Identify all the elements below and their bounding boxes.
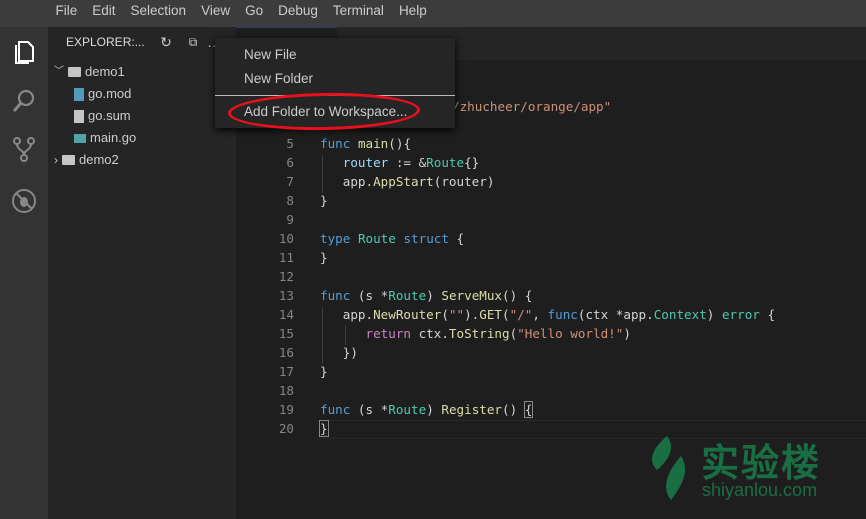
line-number: 19 [278, 402, 294, 417]
code-line: return ctx.ToString("Hello world!") [365, 326, 631, 341]
tree-folder-demo1[interactable]: ﹀ demo1 [54, 61, 125, 83]
files-icon[interactable] [10, 37, 38, 65]
menu-selection[interactable]: Selection [123, 0, 194, 27]
line-number: 9 [286, 212, 294, 227]
line-number: 20 [278, 421, 294, 436]
tree-file-go-mod[interactable]: go.mod [74, 83, 131, 105]
explorer-title: EXPLORER:... [66, 35, 145, 49]
code-line: app.NewRouter("").GET("/", func(ctx *app… [320, 307, 776, 322]
debug-icon[interactable] [10, 187, 38, 215]
line-number: 17 [278, 364, 294, 379]
menu-help[interactable]: Help [391, 0, 434, 27]
code-line: app.AppStart(router) [320, 174, 495, 189]
menu-terminal[interactable]: Terminal [325, 0, 391, 27]
line-number: 15 [278, 326, 294, 341]
file-label: go.sum [88, 108, 131, 123]
chevron-down-icon: ﹀ [54, 66, 64, 77]
code-line: func (s *Route) Register() { [320, 401, 534, 418]
code-line: router := &Route{} [342, 155, 480, 170]
go-gopher-icon [74, 133, 86, 143]
explorer-sidebar: EXPLORER:... ↻ ⧉ … ﹀ demo1 go.mod go.sum … [48, 27, 236, 519]
menu-edit[interactable]: Edit [85, 0, 123, 27]
shiyanlou-logo-icon [652, 436, 686, 500]
tree-file-main-go[interactable]: main.go [74, 127, 136, 149]
tree-file-go-sum[interactable]: go.sum [74, 105, 131, 127]
menu-view[interactable]: View [194, 0, 238, 27]
code-line: } [320, 193, 328, 208]
line-number: 13 [278, 288, 294, 303]
file-label: main.go [90, 130, 137, 145]
collapse-all-icon[interactable]: ⧉ [185, 34, 201, 50]
line-number: 6 [286, 155, 294, 170]
menu-item-new-file[interactable]: New File [244, 47, 297, 62]
folder-icon [68, 67, 81, 77]
file-icon [74, 109, 84, 123]
menu-file[interactable]: File [48, 0, 85, 27]
source-control-icon[interactable] [10, 135, 38, 163]
folder-icon [62, 155, 75, 165]
line-number: 12 [278, 269, 294, 284]
line-number: 7 [286, 174, 294, 189]
search-icon[interactable] [10, 87, 38, 115]
line-number: 11 [278, 250, 294, 265]
code-line: } [319, 420, 329, 437]
shiyanlou-watermark: 实验楼 shiyanlou.com [645, 432, 845, 512]
menu-bar: File Edit Selection View Go Debug Termin… [0, 0, 866, 27]
line-number: 18 [278, 383, 294, 398]
tree-folder-demo2[interactable]: › demo2 [54, 149, 119, 171]
line-number: 10 [278, 231, 294, 246]
code-line: type Route struct { [320, 231, 465, 246]
line-number: 16 [278, 345, 294, 360]
chevron-right-icon: › [54, 153, 58, 167]
file-label: go.mod [88, 86, 132, 101]
refresh-icon[interactable]: ↻ [158, 34, 174, 50]
activity-bar [0, 27, 48, 519]
line-number: 5 [286, 136, 294, 151]
code-line: func (s *Route) ServeMux() { [320, 288, 533, 303]
go-mod-icon [74, 87, 84, 101]
menu-debug[interactable]: Debug [271, 0, 326, 27]
code-line: } [320, 364, 328, 379]
code-line: } [320, 250, 328, 265]
line-number: 14 [278, 307, 294, 322]
folder-label: demo1 [85, 64, 125, 79]
watermark-url: shiyanlou.com [702, 480, 818, 500]
code-line: func main(){ [320, 136, 412, 151]
code-line: }) [320, 345, 358, 360]
menu-go[interactable]: Go [238, 0, 271, 27]
watermark-name: 实验楼 [701, 443, 822, 485]
code-import-path: /zhucheer/orange/app" [452, 99, 612, 114]
line-number: 8 [286, 193, 294, 208]
folder-label: demo2 [79, 152, 119, 167]
menu-item-new-folder[interactable]: New Folder [244, 71, 313, 86]
